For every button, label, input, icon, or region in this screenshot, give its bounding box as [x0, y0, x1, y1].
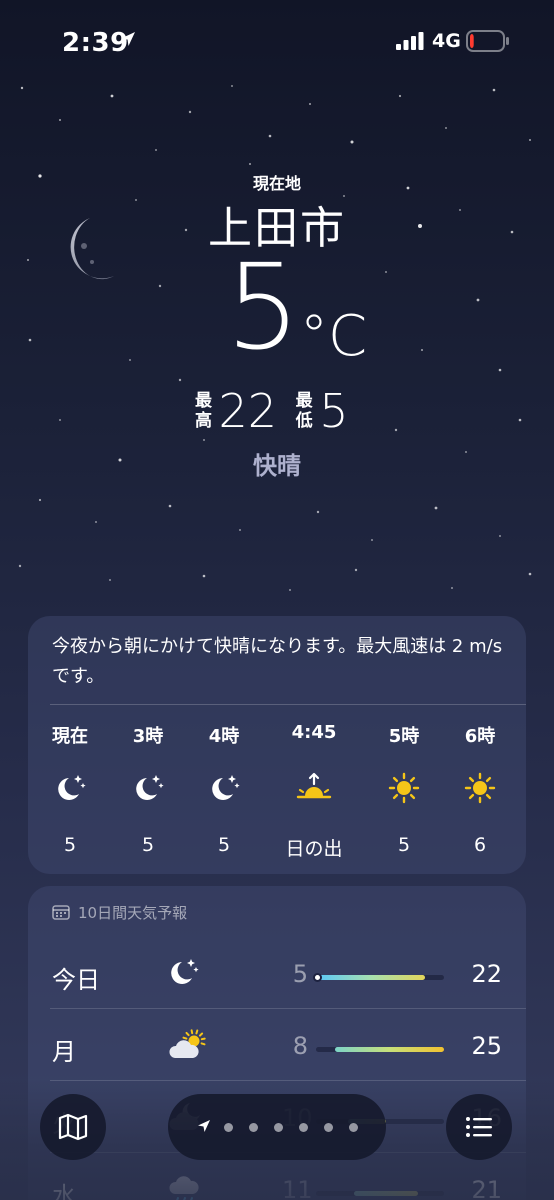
day-name: 月	[52, 1038, 76, 1066]
location-list-button[interactable]	[446, 1094, 512, 1160]
temperature-unit: °C	[300, 304, 368, 369]
low-label: 最低	[295, 391, 313, 431]
hour-label: 3時	[132, 726, 164, 747]
map-button[interactable]	[40, 1094, 106, 1160]
hour-label: 現在	[52, 726, 88, 747]
status-bar: 2:39 4G	[0, 0, 554, 84]
hour-label: 5時	[388, 726, 420, 747]
day-high: 25	[471, 1032, 502, 1060]
temperature-range-fill	[316, 975, 425, 980]
day-low: 5	[292, 960, 308, 988]
location-arrow-icon	[198, 1120, 210, 1132]
network-type: 4G	[432, 30, 461, 52]
high-label: 最高	[194, 391, 212, 431]
sun-icon	[440, 772, 520, 808]
location-label: 現在地	[252, 174, 301, 193]
list-icon	[466, 1117, 492, 1137]
high-low: 最高 22 最低 5	[0, 384, 554, 438]
signal-icon	[396, 32, 424, 50]
forecast-summary: 今夜から朝にかけて快晴になります。最大風速は 2 m/s です。	[52, 636, 503, 687]
temperature-range-bar	[316, 1047, 444, 1052]
cloud-sun-icon	[166, 1028, 210, 1066]
divider	[50, 1008, 526, 1009]
day-name: 今日	[52, 966, 100, 994]
hour-value: 5	[397, 834, 411, 856]
page-dot[interactable]	[224, 1123, 233, 1132]
condition-text: 快晴	[253, 452, 301, 480]
day-row[interactable]: 月 8 25	[28, 1010, 526, 1082]
high-value: 22	[218, 384, 278, 438]
moon-stars-icon	[166, 956, 200, 990]
page-dot[interactable]	[349, 1123, 358, 1132]
day-high: 22	[471, 960, 502, 988]
hour-label: 6時	[464, 726, 496, 747]
hour-label: 4時	[208, 726, 240, 747]
temperature-range-fill	[335, 1047, 444, 1052]
low-value: 5	[319, 384, 349, 438]
battery-icon	[466, 30, 509, 52]
hour-value: 6	[473, 834, 487, 856]
hour-value: 日の出	[285, 838, 343, 860]
current-temperature: 5 °C	[0, 238, 554, 376]
current-temp-marker	[313, 973, 322, 982]
sun-icon	[364, 772, 444, 808]
day-low: 8	[292, 1032, 308, 1060]
temperature-range-bar	[313, 973, 444, 982]
ten-day-title: 10日間天気予報	[78, 904, 188, 922]
temperature-value: 5	[225, 238, 301, 376]
sunrise-icon	[274, 772, 354, 808]
calendar-icon	[52, 905, 70, 920]
hour-label: 4:45	[291, 722, 337, 743]
day-row[interactable]: 今日 5 22	[28, 938, 526, 1010]
hourly-forecast-card[interactable]: 今夜から朝にかけて快晴になります。最大風速は 2 m/s です。 現在 5 3時 5 4…	[28, 616, 526, 874]
page-dot[interactable]	[324, 1123, 333, 1132]
page-indicator[interactable]	[168, 1094, 386, 1160]
location-arrow-icon	[121, 32, 135, 46]
moon-stars-icon	[184, 772, 264, 806]
hour-value: 5	[63, 834, 77, 856]
hour-value: 5	[217, 834, 231, 856]
moon-stars-icon	[108, 772, 188, 806]
page-dot[interactable]	[299, 1123, 308, 1132]
page-dot[interactable]	[249, 1123, 258, 1132]
moon-stars-icon	[30, 772, 110, 806]
divider	[50, 704, 526, 705]
page-dot[interactable]	[274, 1123, 283, 1132]
map-icon	[58, 1113, 88, 1141]
hour-value: 5	[141, 834, 155, 856]
